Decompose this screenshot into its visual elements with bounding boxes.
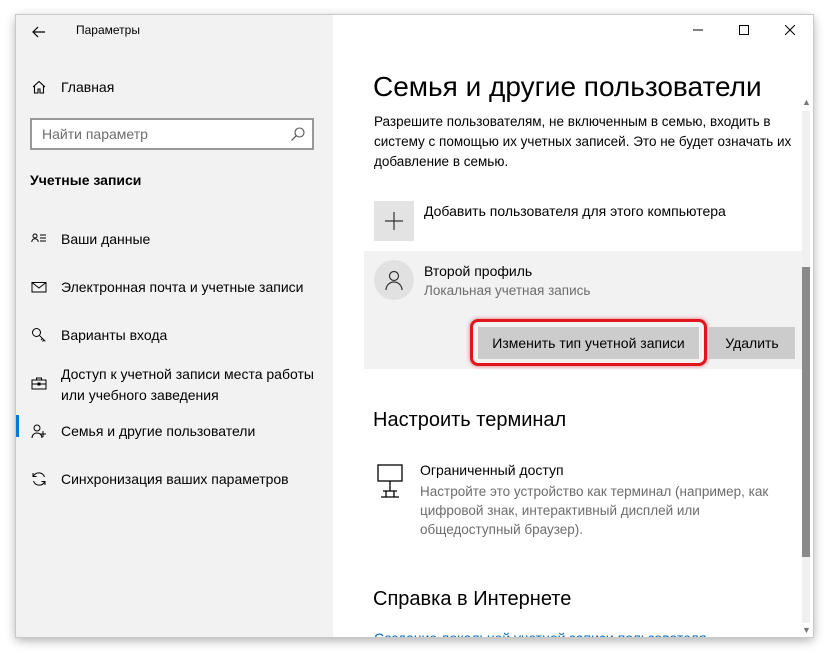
home-icon: [30, 78, 48, 96]
sidebar-item-label: Семья и другие пользователи: [61, 422, 256, 439]
delete-button[interactable]: Удалить: [709, 327, 795, 359]
briefcase-icon: [30, 374, 48, 392]
sidebar-item-your-info[interactable]: Ваши данные: [16, 221, 333, 257]
section-title: Учетные записи: [30, 172, 142, 188]
search-icon: [290, 126, 306, 142]
profile-name: Второй профиль: [424, 263, 533, 279]
kiosk-icon: [377, 464, 403, 503]
kiosk-title[interactable]: Ограниченный доступ: [420, 462, 564, 478]
help-heading: Справка в Интернете: [373, 588, 572, 610]
add-user-label[interactable]: Добавить пользователя для этого компьюте…: [424, 203, 726, 219]
kiosk-description: Настройте это устройство как терминал (н…: [420, 484, 769, 537]
people-icon: [30, 422, 48, 440]
sidebar-item-email[interactable]: Электронная почта и учетные записи: [16, 269, 333, 305]
mail-icon: [30, 278, 48, 296]
sidebar-item-label: Синхронизация ваших параметров: [61, 470, 289, 487]
avatar: [374, 260, 414, 300]
maximize-button[interactable]: [721, 15, 767, 45]
profile-card[interactable]: Второй профиль Локальная учетная запись …: [364, 251, 805, 369]
sidebar-item-label: Главная: [61, 78, 115, 95]
sidebar-item-sync[interactable]: Синхронизация ваших параметров: [16, 461, 333, 497]
sidebar-item-work-access[interactable]: Доступ к учетной записи места работы или…: [16, 362, 333, 410]
user-icon: [385, 270, 403, 290]
back-arrow-icon: [32, 26, 45, 38]
settings-window: Параметры Главная Найти параметр Учетные…: [16, 15, 813, 637]
minimize-button[interactable]: [675, 15, 721, 45]
search-input[interactable]: Найти параметр: [30, 118, 314, 150]
add-user-button[interactable]: [374, 201, 414, 241]
help-link[interactable]: Создание локальной учетной записи пользо…: [374, 627, 706, 637]
maximize-icon: [739, 25, 749, 35]
sidebar-item-home[interactable]: Главная: [16, 69, 333, 105]
sidebar-item-label: Варианты входа: [61, 326, 168, 343]
profile-type: Локальная учетная запись: [424, 283, 591, 298]
highlight-frame: [470, 319, 707, 366]
close-icon: [785, 25, 795, 35]
page-description: Разрешите пользователям, не включенным в…: [374, 114, 792, 169]
scroll-down-icon[interactable]: ▼: [802, 625, 811, 635]
app-title: Параметры: [76, 23, 140, 37]
person-card-icon: [30, 230, 48, 248]
sidebar-item-label: Электронная почта и учетные записи: [61, 278, 304, 295]
search-placeholder: Найти параметр: [42, 126, 148, 142]
kiosk-heading: Настроить терминал: [373, 409, 567, 431]
sidebar: Параметры Главная Найти параметр Учетные…: [16, 15, 333, 637]
page-title: Семья и другие пользователи: [373, 71, 762, 102]
plus-icon: [385, 212, 403, 230]
scroll-up-icon[interactable]: ▲: [802, 97, 811, 107]
key-icon: [30, 326, 48, 344]
back-button[interactable]: [26, 19, 52, 45]
sidebar-item-label: Доступ к учетной записи места работы или…: [61, 366, 314, 403]
sidebar-item-family[interactable]: Семья и другие пользователи: [16, 413, 333, 449]
minimize-icon: [693, 29, 703, 31]
sidebar-item-sign-in-options[interactable]: Варианты входа: [16, 317, 333, 353]
sync-icon: [30, 470, 48, 488]
main-panel: Семья и другие пользователи Разрешите по…: [333, 15, 813, 637]
scroll-thumb[interactable]: [802, 267, 810, 557]
close-button[interactable]: [767, 15, 813, 45]
sidebar-item-label: Ваши данные: [61, 230, 151, 247]
scrollbar[interactable]: ▲ ▼: [799, 97, 813, 637]
